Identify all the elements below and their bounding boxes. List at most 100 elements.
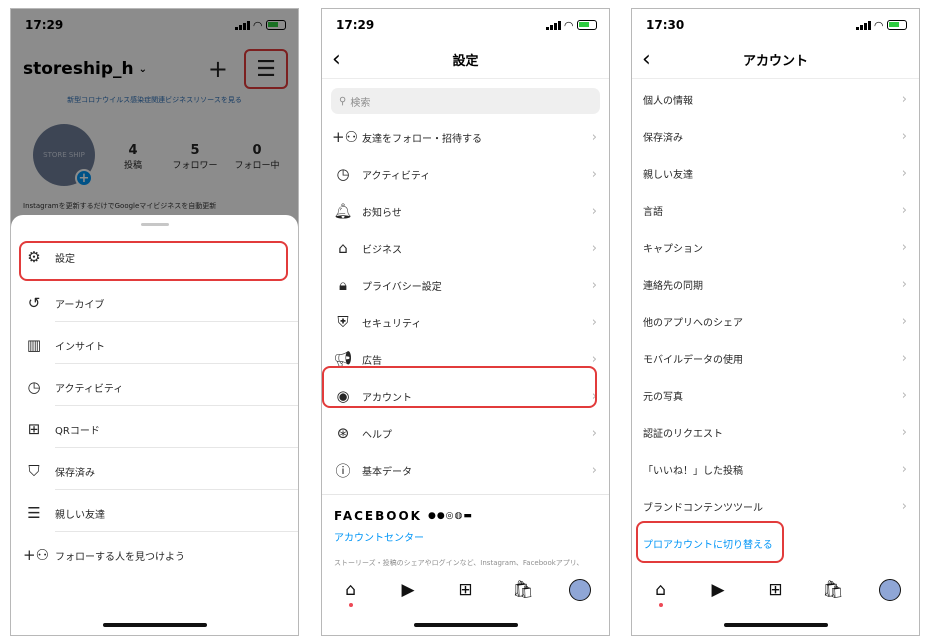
account-item[interactable]: 「いいね！」した投稿 › [632, 451, 919, 488]
facebook-note: ストーリーズ・投稿のシェアやログインなど、Instagram、Facebookア… [334, 559, 584, 567]
signal-icon [855, 20, 871, 30]
nav-bar: ‹ アカウント [632, 41, 919, 79]
divider [55, 321, 298, 322]
account-item-label: モバイルデータの使用 [643, 355, 743, 366]
account-item[interactable]: 元の写真 › [632, 377, 919, 414]
settings-item-label: 広告 [362, 355, 382, 367]
search-icon: ⚲ [339, 95, 347, 107]
tab-bar: ⌂ ▶ ⊞ 🛍︎ [322, 571, 609, 609]
settings-item-activity[interactable]: ◷ アクティビティ › [322, 156, 609, 192]
settings-item-label: ヘルプ [362, 429, 392, 441]
divider [55, 405, 298, 406]
search-input[interactable]: ⚲ 検索 [331, 88, 600, 114]
account-item-label: 保存済み [643, 133, 683, 144]
account-item[interactable]: 他のアプリへのシェア › [632, 303, 919, 340]
account-item[interactable]: 連絡先の同期 › [632, 266, 919, 303]
sheet-grabber[interactable] [140, 223, 169, 226]
add-person-icon: +⚇ [332, 128, 359, 146]
chevron-right-icon: › [591, 203, 597, 219]
chevron-right-icon: › [591, 240, 597, 256]
settings-item-business[interactable]: ⌂ ビジネス › [322, 230, 609, 266]
account-item[interactable]: モバイルデータの使用 › [632, 340, 919, 377]
phone-screen-account: 17:30 ◠ ‹ アカウント 個人の情報 › 保存済み › 親しい友達 › 言語 › … [631, 8, 920, 636]
home-indicator[interactable] [102, 623, 207, 627]
account-item[interactable]: 言語 › [632, 192, 919, 229]
settings-item-label: 友達をフォロー・招待する [362, 133, 482, 145]
battery-icon [887, 20, 907, 30]
account-item-label: キャプション [643, 244, 703, 255]
divider [55, 489, 298, 490]
menu-item-label: フォローする人を見つけよう [55, 551, 185, 563]
settings-item-help[interactable]: ⊛ ヘルプ › [322, 415, 609, 451]
accounts-center-link[interactable]: アカウントセンター [334, 529, 597, 544]
shop-icon[interactable]: 🛍︎ [820, 577, 846, 603]
highlight-box [322, 366, 597, 408]
menu-item-close-friends[interactable]: ☰ 親しい友達 [11, 493, 298, 533]
settings-item-label: ビジネス [362, 244, 402, 256]
new-post-icon[interactable]: ⊞ [762, 577, 788, 603]
chevron-right-icon: › [591, 166, 597, 182]
chevron-right-icon: › [591, 129, 597, 145]
lock-icon: 🔒︎ [339, 276, 347, 294]
new-post-icon[interactable]: ⊞ [452, 577, 478, 603]
phone-screen-settings: 17:29 ◠ ‹ 設定 ⚲ 検索 +⚇ 友達をフォロー・招待する › ◷ アクティビ… [321, 8, 610, 636]
account-item-label: 親しい友達 [643, 170, 693, 181]
settings-item-privacy[interactable]: 🔒︎ プライバシー設定 › [322, 267, 609, 303]
home-icon[interactable]: ⌂ [648, 577, 674, 607]
reels-icon[interactable]: ▶ [395, 577, 421, 603]
account-item[interactable]: キャプション › [632, 229, 919, 266]
menu-item-insights[interactable]: ▥ インサイト [11, 325, 298, 365]
settings-item-about[interactable]: ⓘ 基本データ › [322, 452, 609, 488]
chevron-right-icon: › [901, 92, 907, 107]
account-item[interactable]: 個人の情報 › [632, 81, 919, 118]
chevron-right-icon: › [901, 277, 907, 292]
status-time: 17:30 [646, 18, 685, 32]
wifi-icon: ◠ [874, 18, 883, 32]
chevron-right-icon: › [591, 462, 597, 478]
account-item[interactable]: ブランドコンテンツツール › [632, 488, 919, 525]
menu-item-discover-people[interactable]: +⚇ フォローする人を見つけよう [11, 535, 298, 575]
chevron-right-icon: › [901, 425, 907, 440]
chevron-right-icon: › [901, 499, 907, 514]
avatar [879, 579, 902, 601]
highlight-box [636, 521, 784, 563]
signal-icon [545, 20, 561, 30]
profile-tab[interactable] [877, 577, 903, 603]
menu-item-label: アーカイブ [55, 299, 105, 311]
settings-item-label: お知らせ [362, 207, 402, 219]
settings-item-follow-invite[interactable]: +⚇ 友達をフォロー・招待する › [322, 119, 609, 155]
settings-item-security[interactable]: ⛨ セキュリティ › [322, 304, 609, 340]
search-placeholder: 検索 [350, 97, 371, 109]
home-indicator[interactable] [413, 623, 518, 627]
status-time: 17:29 [336, 18, 375, 32]
account-item[interactable]: 認証のリクエスト › [632, 414, 919, 451]
facebook-app-icons: ●●◎◍▬ [427, 511, 473, 521]
chevron-right-icon: › [901, 351, 907, 366]
menu-item-archive[interactable]: ↺ アーカイブ [11, 283, 298, 323]
menu-item-label: QRコード [55, 425, 100, 437]
shop-icon[interactable]: 🛍︎ [510, 577, 536, 603]
back-arrow-icon[interactable]: ‹ [332, 47, 341, 72]
menu-item-saved[interactable]: ⛉ 保存済み [11, 451, 298, 491]
chevron-right-icon: › [901, 129, 907, 144]
status-bar: 17:29 ◠ [322, 9, 609, 41]
reels-icon[interactable]: ▶ [705, 577, 731, 603]
account-item[interactable]: 親しい友達 › [632, 155, 919, 192]
settings-item-notifications[interactable]: 🔔︎ お知らせ › [322, 193, 609, 229]
settings-item-label: プライバシー設定 [362, 281, 442, 293]
home-indicator[interactable] [723, 623, 828, 627]
menu-item-label: インサイト [55, 341, 105, 353]
chevron-right-icon: › [901, 203, 907, 218]
battery-icon [577, 20, 597, 30]
settings-item-label: 基本データ [362, 466, 412, 478]
store-icon: ⌂ [338, 239, 348, 257]
home-icon[interactable]: ⌂ [338, 577, 364, 607]
chevron-right-icon: › [901, 240, 907, 255]
menu-item-qr[interactable]: ⊞ QRコード [11, 409, 298, 449]
account-item[interactable]: 保存済み › [632, 118, 919, 155]
profile-tab[interactable] [567, 577, 593, 603]
back-arrow-icon[interactable]: ‹ [642, 47, 651, 72]
facebook-section: FACEBOOK ●●◎◍▬ アカウントセンター ストーリーズ・投稿のシェアやログ… [322, 494, 609, 568]
menu-item-activity[interactable]: ◷ アクティビティ [11, 367, 298, 407]
page-title: アカウント [742, 54, 808, 69]
